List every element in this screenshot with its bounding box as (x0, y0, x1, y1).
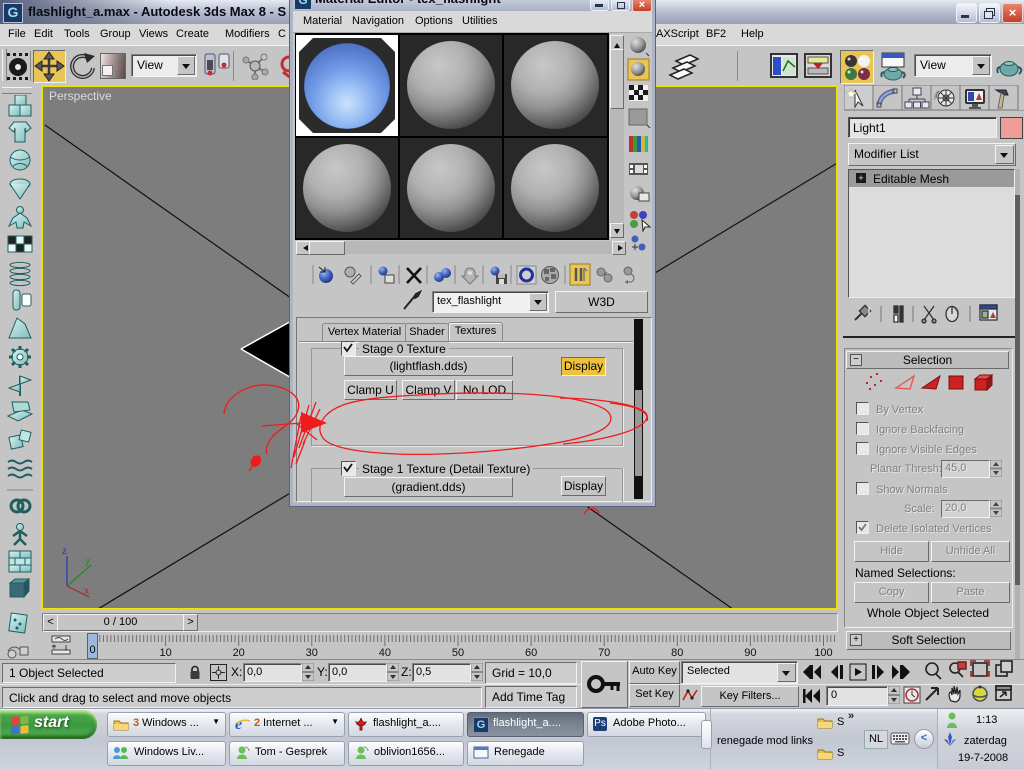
svg-text:40: 40 (379, 647, 391, 659)
svg-text:50: 50 (452, 647, 464, 659)
svg-text:e: e (235, 716, 242, 732)
svg-text:100: 100 (814, 647, 832, 659)
svg-text:30: 30 (306, 647, 318, 659)
svg-text:80: 80 (671, 647, 683, 659)
svg-text:y: y (85, 556, 90, 567)
svg-text:10: 10 (159, 647, 171, 659)
svg-text:60: 60 (525, 647, 537, 659)
svg-text:70: 70 (598, 647, 610, 659)
svg-text:90: 90 (744, 647, 756, 659)
svg-text:z: z (62, 546, 67, 557)
svg-text:20: 20 (233, 647, 245, 659)
svg-text:x: x (84, 586, 89, 597)
